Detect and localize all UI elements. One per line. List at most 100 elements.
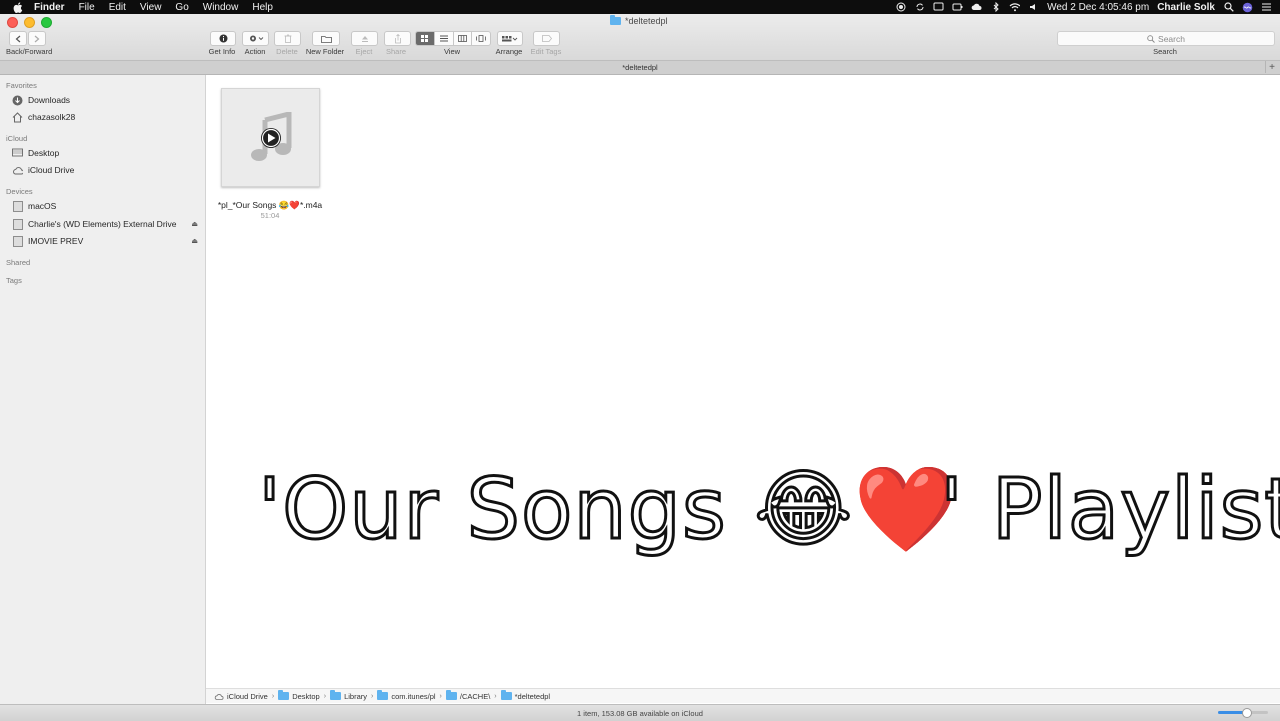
action-button[interactable] [242, 31, 269, 46]
search-icon [1147, 34, 1155, 43]
get-info-button[interactable] [210, 31, 236, 46]
view-segmented-control [415, 31, 491, 46]
disk-icon [12, 235, 23, 247]
icon-size-slider[interactable] [1218, 708, 1268, 718]
cloud-icon [12, 165, 23, 176]
edit-tags-button[interactable] [533, 31, 560, 46]
path-crumb-desktop[interactable]: Desktop [278, 690, 320, 701]
info-icon [219, 34, 227, 43]
path-separator-icon: › [371, 692, 374, 700]
path-crumb-com-itunes[interactable]: com.itunes/pl [377, 690, 436, 701]
path-crumb-library[interactable]: Library [330, 690, 367, 701]
path-crumb-deltetedpl[interactable]: *deltetedpl [500, 690, 551, 701]
menu-file[interactable]: File [79, 2, 95, 13]
eject-icon[interactable]: ⏏ [191, 237, 198, 245]
gear-icon [249, 35, 263, 42]
home-icon [12, 111, 23, 123]
battery-icon[interactable] [952, 2, 963, 13]
forward-button[interactable] [28, 31, 46, 46]
back-forward-label: Back/Forward [6, 47, 53, 56]
folder-icon [445, 690, 457, 700]
cloud-icon[interactable] [971, 2, 982, 13]
back-button[interactable] [9, 31, 27, 46]
bluetooth-icon[interactable] [990, 2, 1001, 13]
menu-view[interactable]: View [140, 2, 162, 13]
spotlight-search-icon[interactable] [1223, 2, 1234, 13]
delete-button[interactable] [274, 31, 301, 46]
sidebar-item-external-drive[interactable]: Charlie's (WD Elements) External Drive ⏏ [12, 217, 202, 231]
sidebar-section-devices: Devices [6, 187, 33, 196]
path-crumb-icloud-drive[interactable]: iCloud Drive [214, 692, 268, 701]
path-crumb-label: *deltetedpl [514, 691, 551, 701]
share-button[interactable] [384, 31, 411, 46]
column-view-button[interactable] [452, 32, 472, 45]
fullscreen-window-button[interactable] [41, 17, 52, 28]
path-crumb-label: /CACHE\ [459, 691, 491, 701]
path-crumb-cache[interactable]: /CACHE\ [445, 690, 491, 701]
list-view-button[interactable] [433, 32, 453, 45]
new-tab-button[interactable]: + [1265, 61, 1278, 73]
columns-icon [457, 35, 467, 42]
menu-help[interactable]: Help [252, 2, 273, 13]
arrange-button[interactable] [497, 31, 523, 46]
new-folder-button[interactable] [312, 31, 340, 46]
share-label: Share [385, 47, 406, 56]
user-name[interactable]: Charlie Solk [1157, 2, 1215, 13]
trash-icon [284, 34, 291, 43]
sidebar-item-label: Charlie's (WD Elements) External Drive [28, 219, 177, 229]
sidebar-item-home[interactable]: chazasolk28 [12, 110, 202, 124]
disk-icon [12, 200, 23, 212]
tab-title[interactable]: *deltetedpl [622, 63, 657, 72]
file-item-thumbnail[interactable] [221, 88, 320, 187]
menu-edit[interactable]: Edit [109, 2, 126, 13]
screen-icon[interactable] [933, 2, 944, 13]
sidebar-item-macos[interactable]: macOS [12, 199, 202, 213]
delete-label: Delete [276, 47, 298, 56]
wifi-icon[interactable] [1009, 2, 1021, 13]
file-item-name[interactable]: *pl_*Our Songs 😂❤️*.m4a [206, 200, 334, 211]
apple-menu-icon[interactable] [12, 1, 24, 13]
eject-icon[interactable]: ⏏ [191, 220, 198, 228]
folder-icon [500, 690, 512, 700]
downloads-icon [12, 95, 23, 106]
sidebar-section-tags: Tags [6, 276, 22, 285]
disk-icon [12, 218, 23, 230]
cover-flow-button[interactable] [471, 32, 490, 45]
record-icon[interactable] [895, 2, 906, 13]
minimize-window-button[interactable] [24, 17, 35, 28]
share-icon [394, 33, 401, 43]
path-separator-icon: › [323, 692, 327, 700]
finder-toolbar: *deltetedpl Back/Forward Get Info Action… [0, 14, 1280, 61]
sidebar-item-label: iCloud Drive [28, 165, 75, 175]
tag-icon [541, 35, 552, 42]
action-label: Action [244, 47, 266, 56]
menu-go[interactable]: Go [175, 2, 188, 13]
icon-view-button[interactable] [416, 32, 434, 45]
sidebar-item-imovie-prev[interactable]: IMOVIE PREV ⏏ [12, 234, 202, 248]
sidebar-item-downloads[interactable]: Downloads [12, 93, 202, 107]
cover-flow-icon [476, 35, 487, 42]
sidebar-item-desktop[interactable]: Desktop [12, 146, 202, 160]
window-title-text: *deltetedpl [625, 16, 668, 26]
slider-knob[interactable] [1241, 708, 1252, 718]
sidebar-section-shared: Shared [6, 258, 31, 267]
edit-tags-label: Edit Tags [530, 47, 562, 56]
search-field[interactable]: Search [1057, 31, 1275, 46]
sidebar-section-icloud: iCloud [6, 134, 28, 143]
volume-icon[interactable] [1028, 2, 1039, 13]
sync-icon[interactable] [914, 2, 925, 13]
menu-window[interactable]: Window [203, 2, 239, 13]
arrange-icon [502, 35, 518, 41]
siri-icon[interactable] [1242, 2, 1253, 13]
sidebar-item-label: Downloads [28, 95, 71, 105]
notification-center-icon[interactable] [1261, 2, 1272, 13]
view-label: View [443, 47, 461, 56]
folder-icon [377, 690, 389, 700]
eject-button[interactable] [351, 31, 378, 46]
folder-icon [330, 690, 342, 700]
get-info-label: Get Info [208, 47, 236, 56]
sidebar-item-icloud-drive[interactable]: iCloud Drive [12, 163, 202, 177]
clock[interactable]: Wed 2 Dec 4:05:46 pm [1047, 2, 1149, 13]
menu-finder[interactable]: Finder [34, 2, 65, 13]
close-window-button[interactable] [7, 17, 18, 28]
